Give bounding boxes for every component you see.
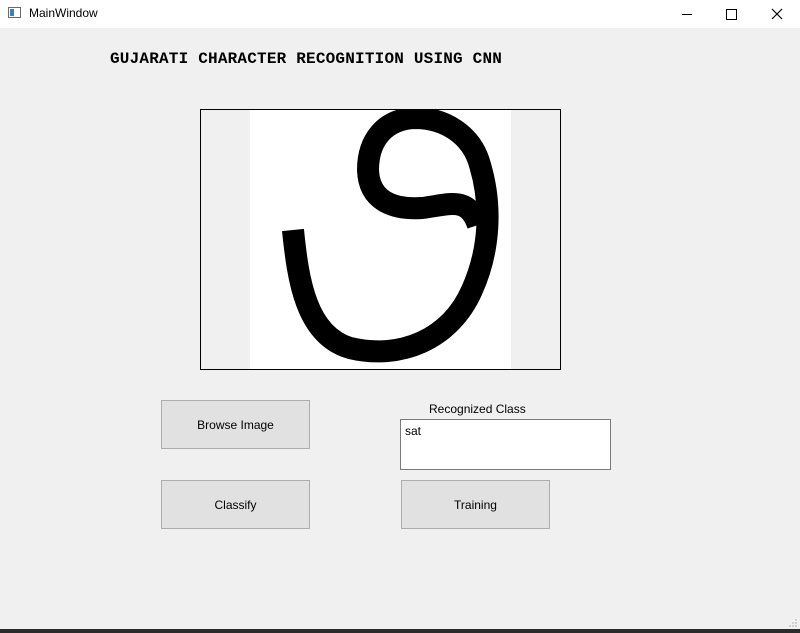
classify-button[interactable]: Classify <box>161 480 310 529</box>
training-button[interactable]: Training <box>401 480 550 529</box>
recognized-class-field[interactable]: sat <box>400 419 611 470</box>
minimize-button[interactable] <box>664 0 710 28</box>
minimize-icon <box>682 13 692 15</box>
close-button[interactable] <box>754 0 800 28</box>
close-icon <box>771 8 783 20</box>
maximize-button[interactable] <box>708 0 754 28</box>
image-display <box>200 107 561 370</box>
recognized-class-label: Recognized Class <box>429 402 526 416</box>
browse-image-button[interactable]: Browse Image <box>161 400 310 449</box>
character-image <box>250 107 511 369</box>
maximize-icon <box>725 8 737 20</box>
handwritten-character-glyph <box>282 107 499 363</box>
app-heading: GUJARATI CHARACTER RECOGNITION USING CNN <box>110 50 503 68</box>
taskbar-edge <box>0 629 800 633</box>
title-bar: MainWindow <box>0 0 800 28</box>
resize-grip-icon[interactable] <box>789 619 797 627</box>
app-window-icon <box>8 7 21 18</box>
window-title: MainWindow <box>29 6 98 20</box>
